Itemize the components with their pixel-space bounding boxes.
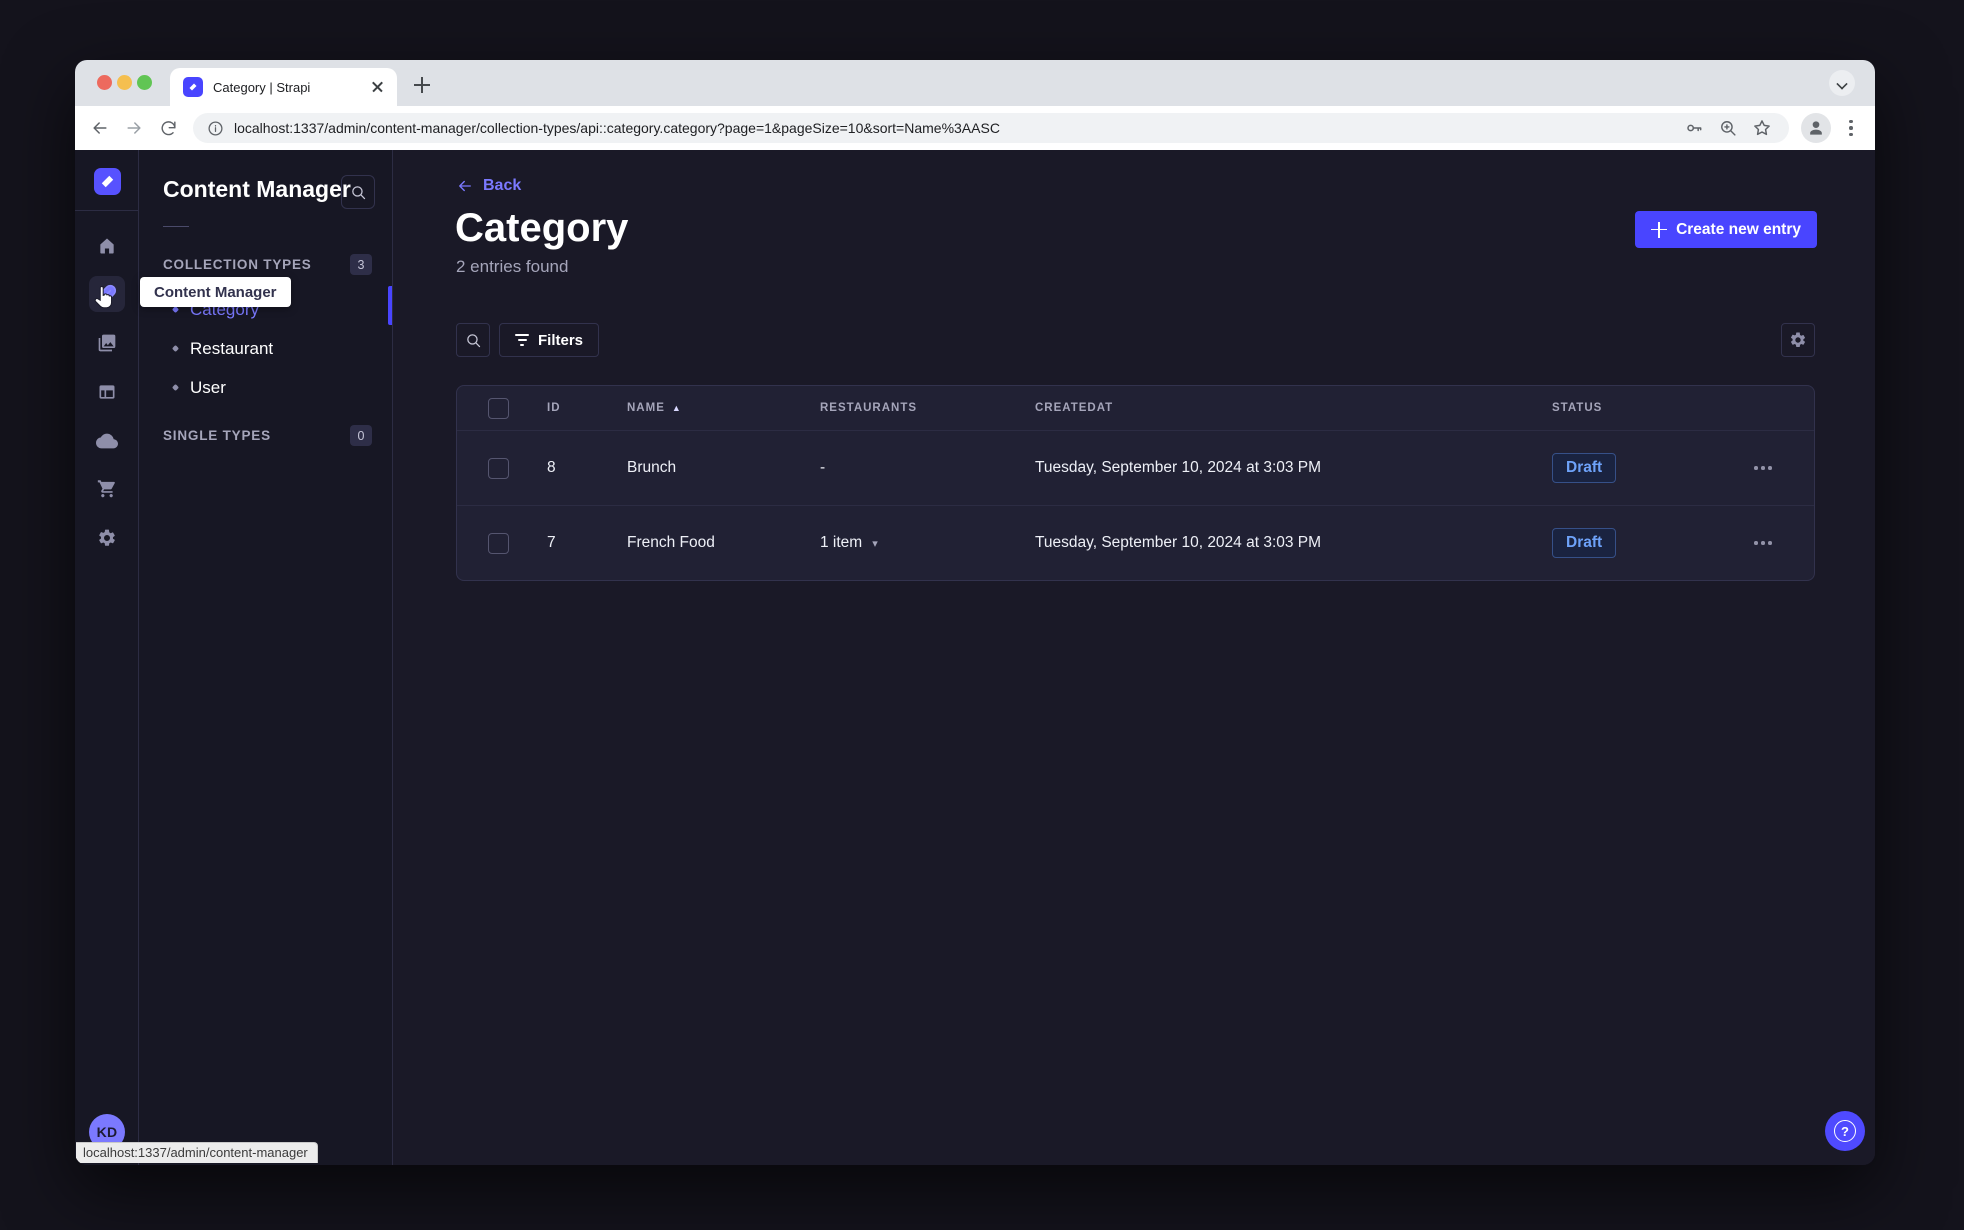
create-new-entry-button[interactable]: Create new entry: [1635, 211, 1817, 248]
back-link[interactable]: Back: [456, 177, 521, 195]
browser-profile-avatar[interactable]: [1801, 113, 1831, 143]
filters-label: Filters: [538, 331, 584, 349]
entries-count: 2 entries found: [456, 257, 569, 276]
sidebar-item-label: User: [190, 377, 226, 397]
zoom-icon[interactable]: [1715, 115, 1741, 141]
sidebar-item-label: Restaurant: [190, 338, 274, 358]
window-close-button[interactable]: [97, 75, 112, 90]
main-content: Back Category 2 entries found Create new…: [393, 150, 1875, 1165]
media-library-icon[interactable]: [89, 325, 125, 361]
tab-search-chevron-icon[interactable]: [1829, 70, 1855, 96]
settings-icon[interactable]: [89, 520, 125, 556]
collection-types-count-badge: 3: [350, 254, 372, 275]
header-status: STATUS: [1552, 402, 1603, 414]
browser-tab[interactable]: Category | Strapi: [170, 68, 397, 106]
create-button-label: Create new entry: [1676, 220, 1801, 238]
header-restaurants: RESTAURANTS: [820, 402, 918, 414]
table-settings-button[interactable]: [1781, 323, 1815, 357]
browser-toolbar: localhost:1337/admin/content-manager/col…: [75, 106, 1875, 150]
content-type-builder-icon[interactable]: [89, 374, 125, 410]
cell-name: Brunch: [627, 459, 677, 476]
window-minimize-button[interactable]: [117, 75, 132, 90]
divider: [75, 210, 138, 211]
status-badge: Draft: [1552, 453, 1617, 483]
bookmark-star-icon[interactable]: [1749, 115, 1775, 141]
active-item-indicator: [388, 286, 392, 325]
cell-id: 7: [547, 534, 556, 551]
hand-cursor-icon: [92, 285, 114, 315]
entries-table: ID NAME ▲ RESTAURANTS CREATEDAT STATUS 8 …: [456, 385, 1815, 581]
row-actions-menu-icon[interactable]: [1754, 541, 1772, 545]
row-actions-menu-icon[interactable]: [1754, 466, 1772, 470]
browser-menu-kebab-icon[interactable]: [1841, 113, 1861, 143]
table-search-button[interactable]: [456, 323, 490, 357]
tab-close-icon[interactable]: [369, 78, 387, 96]
header-id[interactable]: ID: [547, 402, 627, 414]
header-createdat: CREATEDAT: [1035, 402, 1114, 414]
question-mark-icon: ?: [1834, 1120, 1856, 1142]
url-bar[interactable]: localhost:1337/admin/content-manager/col…: [193, 113, 1789, 143]
plus-icon: [1651, 221, 1668, 238]
forward-arrow-icon[interactable]: [117, 111, 151, 145]
content-manager-tooltip: Content Manager: [140, 277, 291, 307]
marketplace-cart-icon[interactable]: [89, 471, 125, 507]
sidebar-item-user[interactable]: User: [163, 368, 369, 407]
site-info-icon[interactable]: [207, 120, 224, 137]
cloud-icon[interactable]: [89, 423, 125, 459]
help-button[interactable]: ?: [1825, 1111, 1865, 1151]
sidebar-search-button[interactable]: [341, 175, 375, 209]
back-arrow-icon[interactable]: [83, 111, 117, 145]
macos-traffic-lights: [97, 75, 152, 90]
cell-name: French Food: [627, 534, 715, 551]
browser-tab-strip: Category | Strapi: [75, 60, 1875, 106]
caret-down-icon: ▾: [872, 537, 878, 550]
cell-restaurants: -: [820, 459, 826, 476]
tab-title: Category | Strapi: [213, 79, 311, 95]
back-label: Back: [483, 177, 522, 194]
status-badge: Draft: [1552, 528, 1617, 558]
row-checkbox[interactable]: [488, 532, 509, 554]
cell-id: 8: [547, 459, 556, 476]
select-all-checkbox[interactable]: [488, 397, 509, 419]
strapi-app: KD Content Manager COLLECTION TYPES 3 Ca…: [75, 150, 1875, 1165]
single-types-count-badge: 0: [350, 425, 372, 446]
collection-types-label: COLLECTION TYPES: [163, 257, 312, 272]
sidebar-item-restaurant[interactable]: Restaurant: [163, 329, 369, 368]
sidebar-title: Content Manager: [163, 176, 351, 202]
bullet-icon: [171, 344, 180, 353]
home-icon[interactable]: [89, 228, 125, 264]
table-row[interactable]: 7 French Food 1 item ▾ Tuesday, September…: [457, 505, 1814, 580]
table-header-row: ID NAME ▲ RESTAURANTS CREATEDAT STATUS: [457, 386, 1814, 430]
bullet-icon: [171, 305, 180, 314]
filter-funnel-icon: [515, 334, 529, 346]
reload-icon[interactable]: [151, 111, 185, 145]
strapi-logo[interactable]: [94, 168, 121, 195]
table-row[interactable]: 8 Brunch - Tuesday, September 10, 2024 a…: [457, 430, 1814, 505]
filters-button[interactable]: Filters: [499, 323, 600, 357]
new-tab-button[interactable]: [410, 73, 434, 97]
row-checkbox[interactable]: [488, 457, 509, 479]
bullet-icon: [171, 383, 180, 392]
single-types-label: SINGLE TYPES: [163, 428, 271, 443]
page-title: Category: [455, 206, 629, 250]
password-key-icon[interactable]: [1681, 115, 1707, 141]
cell-createdat: Tuesday, September 10, 2024 at 3:03 PM: [1035, 459, 1322, 476]
window-fullscreen-button[interactable]: [137, 75, 152, 90]
cell-createdat: Tuesday, September 10, 2024 at 3:03 PM: [1035, 534, 1322, 551]
strapi-favicon-icon: [183, 77, 203, 97]
browser-status-bubble: localhost:1337/admin/content-manager: [76, 1142, 318, 1163]
browser-window: Category | Strapi localhost:1337/admin/c…: [75, 60, 1875, 1165]
sort-asc-icon: ▲: [671, 403, 682, 413]
header-name[interactable]: NAME ▲: [627, 402, 820, 414]
url-text: localhost:1337/admin/content-manager/col…: [234, 120, 1000, 136]
divider: [163, 226, 189, 227]
cell-restaurants[interactable]: 1 item ▾: [820, 534, 1035, 552]
